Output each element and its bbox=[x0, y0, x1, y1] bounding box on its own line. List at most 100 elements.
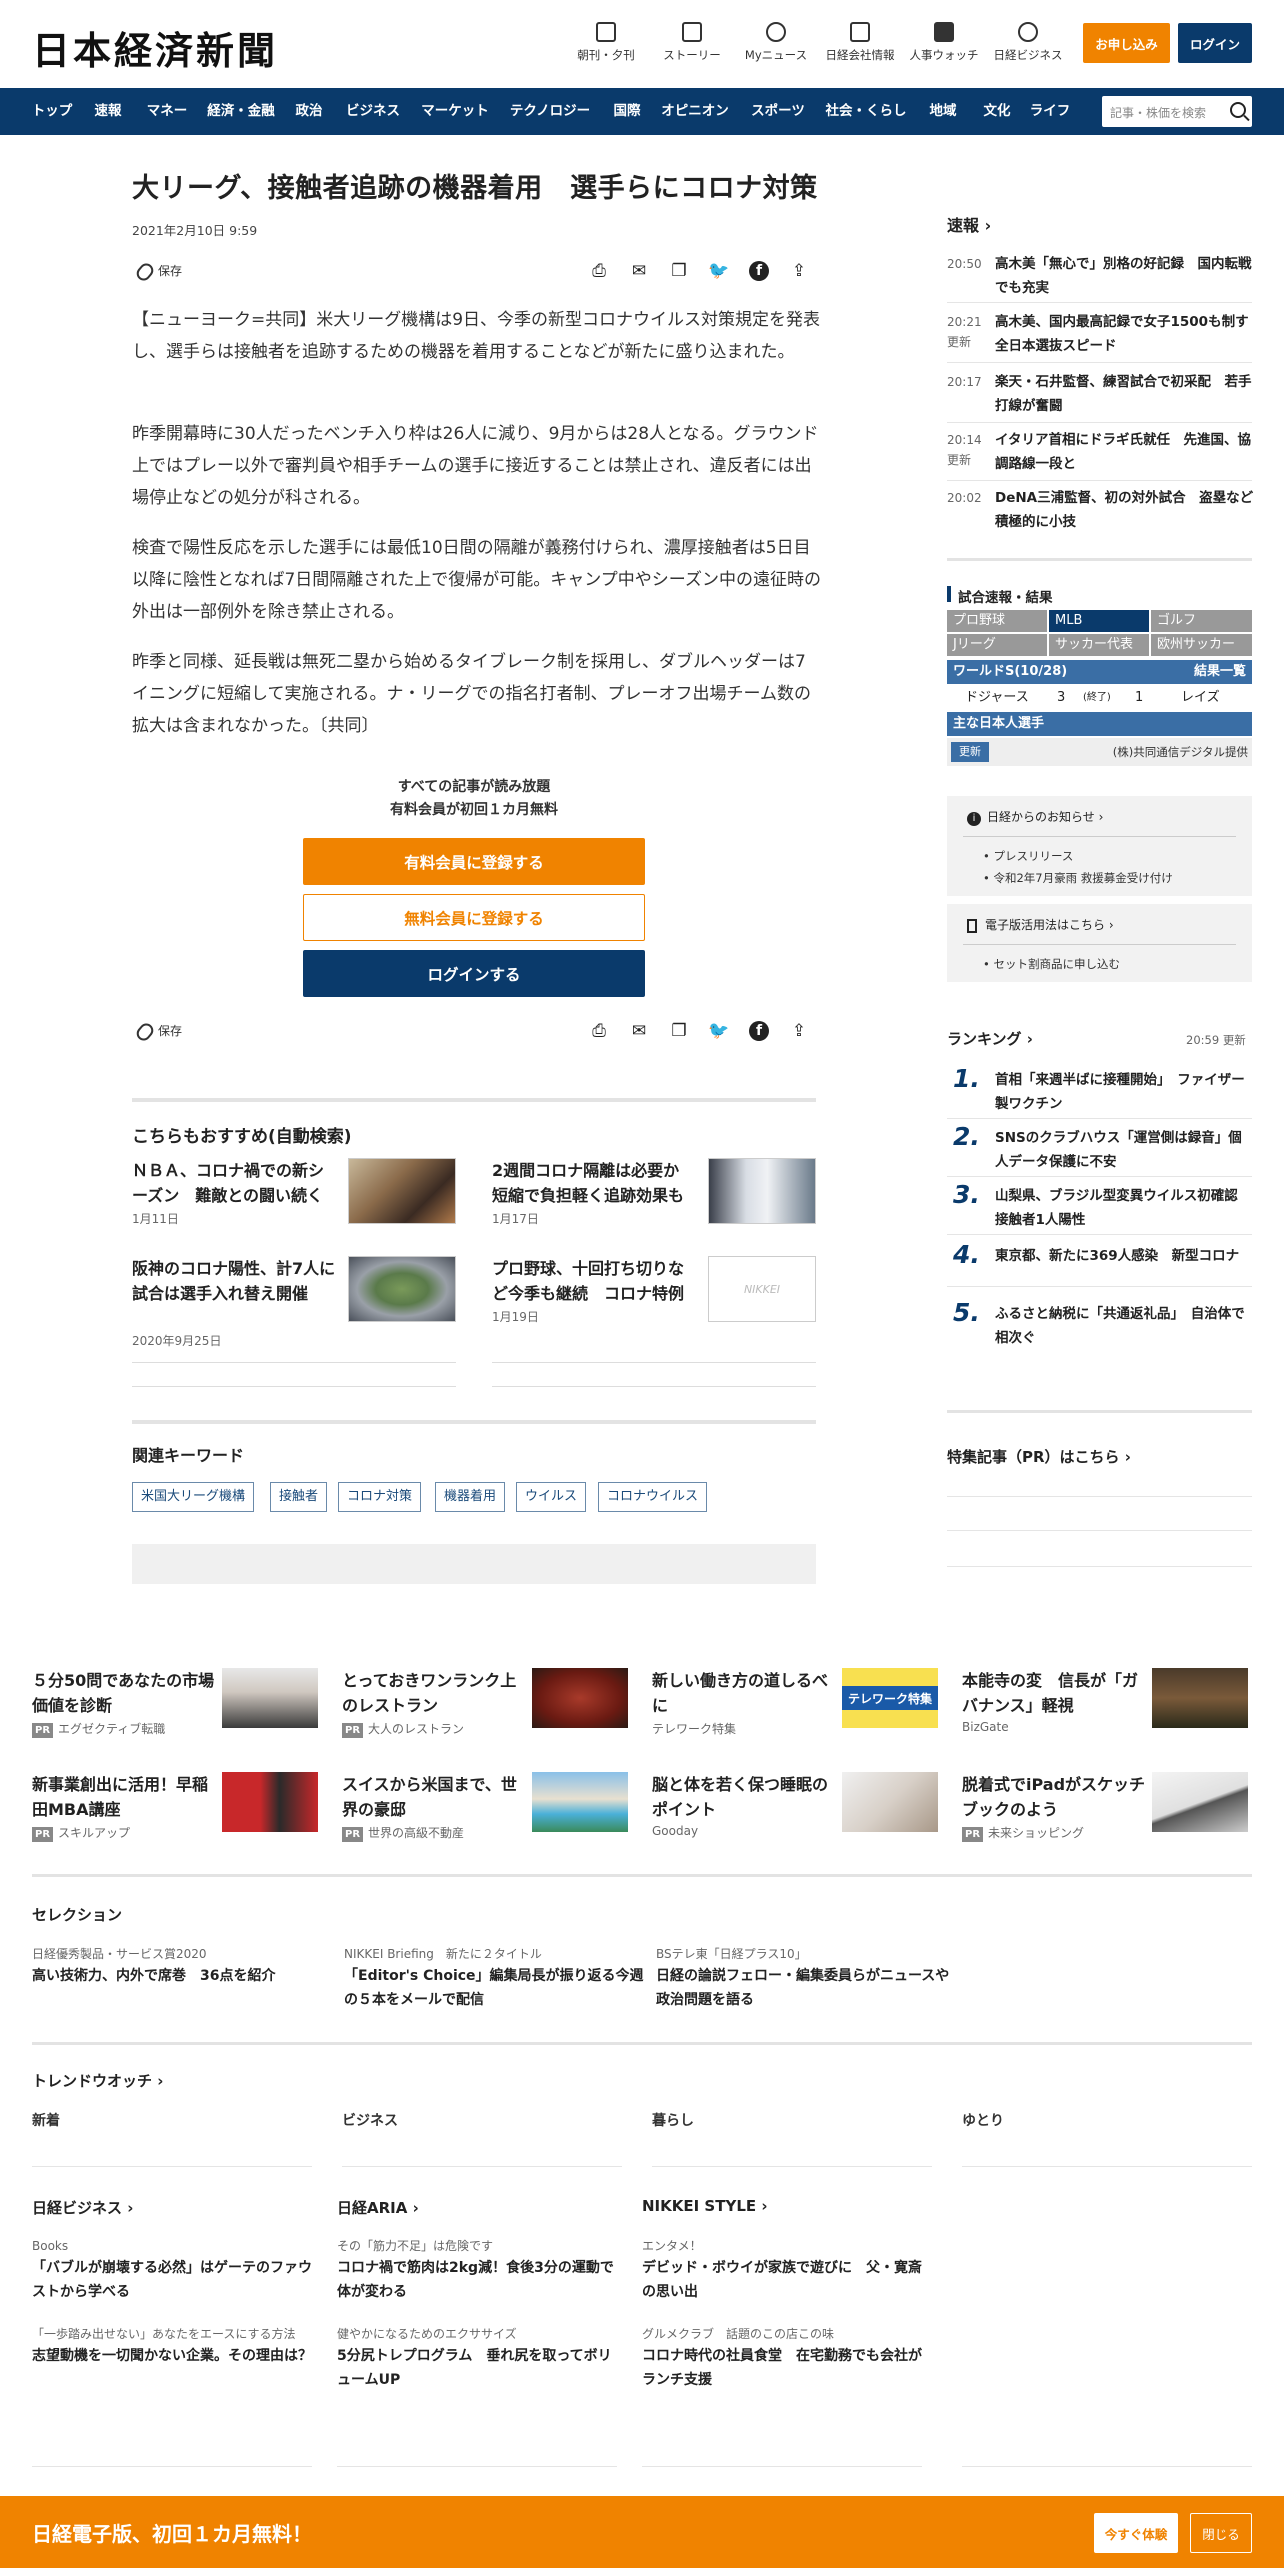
header-link-mynews[interactable]: Myニュース bbox=[736, 22, 816, 63]
nav-item[interactable]: 速報 bbox=[80, 88, 136, 135]
recommend-item[interactable]: 2週間コロナ隔離は必要か 短縮で負担軽く追跡効果も 1月17日 bbox=[492, 1158, 816, 1246]
trend-tab[interactable]: 新着 bbox=[32, 2110, 60, 2130]
nav-item[interactable]: ライフ bbox=[1022, 88, 1078, 135]
copy-icon[interactable]: ❐ bbox=[668, 1020, 690, 1042]
close-banner-button[interactable]: 閉じる bbox=[1190, 2513, 1252, 2553]
japanese-players-header[interactable]: 主な日本人選手 bbox=[947, 712, 1252, 736]
login-button[interactable]: ログイン bbox=[1178, 23, 1252, 63]
brand-title[interactable]: 日経ARIA › bbox=[337, 2197, 419, 2218]
header-link-company[interactable]: 日経会社情報 bbox=[820, 22, 900, 63]
nav-item[interactable]: 地域 bbox=[914, 88, 972, 135]
search-icon[interactable] bbox=[1230, 102, 1246, 118]
nav-item[interactable]: トップ bbox=[24, 88, 80, 135]
news-item[interactable]: 20:02 DeNA三浦監督、初の対外試合 盗塁など積極的に小技 bbox=[947, 486, 1253, 536]
game-score-row[interactable]: ドジャース 3 (終了) 1 レイズ bbox=[947, 686, 1252, 710]
brand-item[interactable]: その「筋力不足」は危険です コロナ禍で筋肉は2kg減！食後3分の運動で体が変わる bbox=[337, 2236, 617, 2304]
nav-item[interactable]: スポーツ bbox=[738, 88, 818, 135]
nav-item[interactable]: 国際 bbox=[602, 88, 652, 135]
selection-item[interactable]: 日経優秀製品・サービス賞2020 高い技術力、内外で席巻 36点を紹介 bbox=[32, 1944, 332, 1988]
search-input[interactable]: 記事・株価を検索 bbox=[1102, 96, 1252, 127]
nav-item[interactable]: オピニオン bbox=[652, 88, 738, 135]
recommend-item[interactable]: ＮＢＡ、コロナ禍での新シーズン 難敵との闘い続く 1月11日 bbox=[132, 1158, 456, 1246]
pr-item[interactable]: 新しい働き方の道しるべに テレワーク特集 テレワーク特集 bbox=[652, 1668, 938, 1748]
trend-tab[interactable]: ビジネス bbox=[342, 2110, 398, 2130]
header-link-paper[interactable]: 朝刊・夕刊 bbox=[566, 22, 646, 63]
header-link-business[interactable]: 日経ビジネス bbox=[988, 22, 1068, 63]
ranking-title[interactable]: ランキング › bbox=[947, 1028, 1033, 1049]
ranking-item[interactable]: 4. 東京都、新たに369人感染 新型コロナ bbox=[947, 1240, 1252, 1284]
nav-item[interactable]: マネー bbox=[136, 88, 198, 135]
mail-icon[interactable]: ✉ bbox=[628, 260, 650, 282]
site-logo[interactable]: 日本経済新聞 bbox=[32, 20, 278, 75]
pr-item[interactable]: 新事業創出に活用！早稲田MBA講座 PR スキルアップ bbox=[32, 1772, 318, 1852]
ranking-item[interactable]: 2. SNSのクラブハウス「運営側は録音」個人データ保護に不安 bbox=[947, 1122, 1252, 1176]
nav-item[interactable]: 社会・くらし bbox=[818, 88, 914, 135]
header-link-jinji[interactable]: 人事ウォッチ bbox=[904, 22, 984, 63]
trial-button[interactable]: 今すぐ体験 bbox=[1094, 2513, 1178, 2553]
facebook-icon[interactable]: f bbox=[748, 260, 770, 282]
keyword-tag[interactable]: 米国大リーグ機構 bbox=[132, 1482, 255, 1512]
trend-tab[interactable]: ゆとり bbox=[962, 2110, 1004, 2130]
share-icon[interactable]: ⇪ bbox=[788, 1020, 810, 1042]
selection-item[interactable]: BSテレ東「日経プラス10」 日経の論説フェロー・編集委員らがニュースや政治問題を… bbox=[656, 1944, 956, 2012]
share-icon[interactable]: ⇪ bbox=[788, 260, 810, 282]
twitter-icon[interactable]: 🐦 bbox=[708, 260, 730, 282]
update-button[interactable]: 更新 bbox=[951, 742, 989, 762]
ranking-item[interactable]: 3. 山梨県、ブラジル型変異ウイルス初確認 接触者1人陽性 bbox=[947, 1180, 1252, 1234]
recommend-item[interactable]: プロ野球、十回打ち切りなど今季も継続 コロナ特例 1月19日 NIKKEI bbox=[492, 1256, 816, 1344]
brand-item[interactable]: エンタメ！ デビッド・ボウイが家族で遊びに 父・寛斎の思い出 bbox=[642, 2236, 922, 2304]
header-link-story[interactable]: ストーリー bbox=[652, 22, 732, 63]
print-icon[interactable]: ⎙ bbox=[588, 260, 610, 282]
score-tab[interactable]: Jリーグ bbox=[947, 634, 1047, 656]
sidebar-news-title[interactable]: 速報 › bbox=[947, 212, 991, 236]
score-tab[interactable]: 欧州サッカー bbox=[1151, 634, 1252, 656]
ebook-title[interactable]: 電子版活用法はこちら › bbox=[967, 916, 1114, 933]
pr-item[interactable]: 脳と体を若く保つ睡眠のポイント Gooday bbox=[652, 1772, 938, 1852]
keyword-tag[interactable]: 機器着用 bbox=[435, 1482, 506, 1512]
pr-item[interactable]: スイスから米国まで、世界の豪邸 PR 世界の高級不動産 bbox=[342, 1772, 628, 1852]
print-icon[interactable]: ⎙ bbox=[588, 1020, 610, 1042]
pr-item[interactable]: 脱着式でiPadがスケッチブックのよう PR 未来ショッピング bbox=[962, 1772, 1248, 1852]
brand-item[interactable]: グルメクラブ 話題のこの店この味 コロナ時代の社員食堂 在宅勤務でも会社がランチ支… bbox=[642, 2324, 922, 2392]
pr-item[interactable]: とっておきワンランク上のレストラン PR 大人のレストラン bbox=[342, 1668, 628, 1748]
news-item[interactable]: 20:21 更新 高木美、国内最高記録で女子1500も制す 全日本選抜スピード bbox=[947, 310, 1262, 360]
pr-item[interactable]: ５分50問であなたの市場価値を診断 PR エグゼクティブ転職 bbox=[32, 1668, 318, 1748]
pr-item[interactable]: 本能寺の変 信長が「ガバナンス」軽視 BizGate bbox=[962, 1668, 1248, 1748]
paid-register-button[interactable]: 有料会員に登録する bbox=[303, 838, 645, 885]
brand-item[interactable]: 「一歩踏み出せない」あなたをエースにする方法 志望動機を一切聞かない企業。その理由… bbox=[32, 2324, 312, 2368]
keyword-tag[interactable]: コロナウイルス bbox=[598, 1482, 708, 1512]
ebook-link[interactable]: • セット割商品に申し込む bbox=[983, 956, 1120, 972]
ranking-item[interactable]: 1. 首相「来週半ばに接種開始」 ファイザー製ワクチン bbox=[947, 1064, 1252, 1118]
trend-title[interactable]: トレンドウオッチ › bbox=[32, 2070, 163, 2091]
brand-item[interactable]: 健やかになるためのエクササイズ 5分尻トレプログラム 垂れ尻を取ってボリュームUP bbox=[337, 2324, 617, 2392]
trend-tab[interactable]: 暮らし bbox=[652, 2110, 694, 2130]
keyword-tag[interactable]: 接触者 bbox=[270, 1482, 328, 1512]
info-link[interactable]: • 令和2年7月豪雨 救援募金受け付け bbox=[983, 870, 1173, 886]
score-tab-active[interactable]: MLB bbox=[1049, 610, 1149, 632]
info-title[interactable]: i 日経からのお知らせ › bbox=[967, 808, 1103, 826]
save-button[interactable]: 保存 bbox=[133, 1020, 182, 1043]
subscribe-button[interactable]: お申し込み bbox=[1083, 23, 1170, 63]
nav-item[interactable]: マーケット bbox=[412, 88, 498, 135]
nav-item[interactable]: 経済・金融 bbox=[198, 88, 284, 135]
news-item[interactable]: 20:17 楽天・石井監督、練習試合で初采配 若手打線が奮闘 bbox=[947, 370, 1252, 420]
score-tab[interactable]: サッカー代表 bbox=[1049, 634, 1149, 656]
ranking-item[interactable]: 5. ふるさと納税に「共通返礼品」 自治体で相次ぐ bbox=[947, 1298, 1252, 1352]
score-tab[interactable]: ゴルフ bbox=[1151, 610, 1252, 632]
facebook-icon[interactable]: f bbox=[748, 1020, 770, 1042]
keyword-tag[interactable]: ウイルス bbox=[516, 1482, 587, 1512]
nav-item[interactable]: テクノロジー bbox=[498, 88, 602, 135]
brand-item[interactable]: Books 「バブルが崩壊する必然」はゲーテのファウストから学べる bbox=[32, 2236, 312, 2304]
nav-item[interactable]: ビジネス bbox=[334, 88, 412, 135]
brand-title[interactable]: 日経ビジネス › bbox=[32, 2197, 133, 2218]
pr-special-title[interactable]: 特集記事（PR）はこちら › bbox=[947, 1446, 1131, 1467]
news-item[interactable]: 20:50 高木美「無心で」別格の好記録 国内転戦でも充実 bbox=[947, 252, 1252, 302]
nav-item[interactable]: 文化 bbox=[972, 88, 1022, 135]
nav-item[interactable]: 政治 bbox=[284, 88, 334, 135]
score-tab[interactable]: プロ野球 bbox=[947, 610, 1047, 632]
results-link[interactable]: 結果一覧 bbox=[1194, 660, 1246, 684]
copy-icon[interactable]: ❐ bbox=[668, 260, 690, 282]
keyword-tag[interactable]: コロナ対策 bbox=[338, 1482, 422, 1512]
news-item[interactable]: 20:14 更新 イタリア首相にドラギ氏就任 先進国、協調路線一段と bbox=[947, 428, 1252, 478]
brand-title[interactable]: NIKKEI STYLE › bbox=[642, 2197, 768, 2215]
